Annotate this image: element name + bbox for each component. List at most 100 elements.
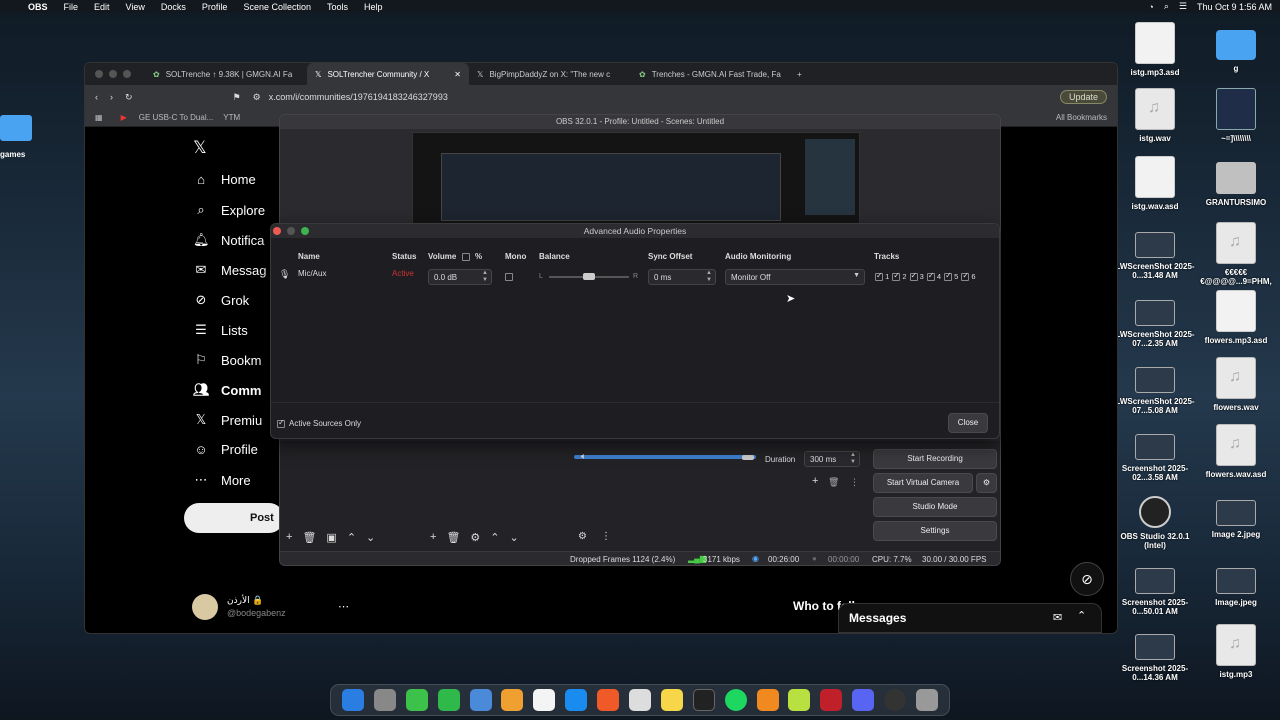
track-5-checkbox[interactable]: 5 <box>944 271 958 282</box>
site-info-icon[interactable]: ⚙ <box>253 92 261 103</box>
desktop-icon[interactable]: istg.mp3 <box>1196 624 1276 679</box>
move-up-icon[interactable]: ⌃ <box>490 531 499 544</box>
desktop-icon[interactable]: istg.mp3.asd <box>1115 22 1195 77</box>
desktop-icon[interactable]: LWScreenShot 2025-07...2.35 AM <box>1115 290 1195 348</box>
menu-help[interactable]: Help <box>364 2 383 12</box>
new-message-icon[interactable]: ✉ <box>1053 611 1062 624</box>
desktop-icon[interactable]: GRANTURSIMO <box>1196 156 1276 207</box>
desktop-icon[interactable]: Screenshot 2025-02...3.58 AM <box>1115 424 1195 482</box>
spin-arrows-icon[interactable]: ▲ ▼ <box>482 270 488 284</box>
track-2-checkbox[interactable]: 2 <box>892 271 907 282</box>
add-icon[interactable]: + <box>812 475 818 487</box>
browser-tab-active[interactable]: 𝕏 SOLTrencher Community / X ✕ <box>307 63 469 85</box>
zoom-window-button[interactable] <box>301 227 309 235</box>
desktop-icon[interactable]: flowers.wav.asd <box>1196 424 1276 479</box>
messages-drawer[interactable]: Messages ✉ ⌃ <box>838 603 1102 633</box>
move-down-icon[interactable]: ⌄ <box>366 531 375 544</box>
facetime-icon[interactable] <box>437 689 460 711</box>
desktop-icon[interactable]: €€€€€ €@@@@...9=PHM, <box>1196 222 1276 286</box>
grok-fab-icon[interactable]: ⊘ <box>1070 562 1104 596</box>
fl-studio-icon[interactable] <box>756 689 779 711</box>
studio-mode-button[interactable]: Studio Mode <box>873 497 997 517</box>
close-window-button[interactable] <box>95 70 103 78</box>
desktop-icon[interactable]: Screenshot 2025-0...14.36 AM <box>1115 624 1195 682</box>
minimize-window-button[interactable] <box>287 227 295 235</box>
duration-input[interactable]: 300 ms ▲ ▼ <box>804 451 860 467</box>
sync-offset-input[interactable]: 0 ms ▲ ▼ <box>648 269 716 285</box>
bookmark-icon[interactable]: ⚑ <box>233 92 241 103</box>
url-text[interactable]: x.com/i/communities/1976194183246327993 <box>269 92 448 102</box>
browser-tab[interactable]: ✿ SOLTrenche ↑ 9.38K | GMGN.AI Fa <box>145 63 307 85</box>
spotify-icon[interactable] <box>724 689 747 711</box>
desktop-icon[interactable]: ~=]\\\\\\\\ <box>1196 88 1276 143</box>
volume-input[interactable]: 0.0 dB ▲ ▼ <box>428 269 492 285</box>
track-1-checkbox[interactable]: 1 <box>875 271 889 282</box>
trash-icon[interactable]: 🗑︎ <box>828 477 839 488</box>
gear-icon[interactable]: ⚙ <box>578 531 587 542</box>
finder-icon[interactable] <box>341 689 364 711</box>
browser-tab[interactable]: 𝕏 BigPimpDaddyZ on X: "The new c <box>469 63 631 85</box>
menu-app-name[interactable]: OBS <box>28 2 48 12</box>
new-tab-icon[interactable]: + <box>797 70 802 79</box>
mono-checkbox[interactable] <box>505 272 513 281</box>
expand-icon[interactable]: ⌃ <box>1077 609 1086 622</box>
x-logo-icon[interactable]: 𝕏 <box>193 138 207 158</box>
folder-icon[interactable] <box>0 115 32 141</box>
menu-tools[interactable]: Tools <box>327 2 348 12</box>
start-recording-button[interactable]: Start Recording <box>873 449 997 469</box>
close-button[interactable]: Close <box>948 413 988 433</box>
update-button[interactable]: Update <box>1059 90 1107 104</box>
more-vertical-icon[interactable]: ⋮ <box>850 477 859 488</box>
virtual-camera-settings-gear-icon[interactable]: ⚙ <box>976 473 997 493</box>
more-vertical-icon[interactable]: ⋮ <box>601 531 611 542</box>
minimize-window-button[interactable] <box>109 70 117 78</box>
desktop-icon[interactable]: istg.wav <box>1115 88 1195 143</box>
desktop-icon[interactable]: istg.wav.asd <box>1115 156 1195 211</box>
track-6-checkbox[interactable]: 6 <box>961 271 976 282</box>
add-icon[interactable]: + <box>430 531 436 544</box>
close-tab-icon[interactable]: ✕ <box>454 70 461 79</box>
app-store-icon[interactable] <box>565 689 588 711</box>
speaker-icon[interactable]: 🔈︎ <box>581 451 586 462</box>
active-sources-only-checkbox[interactable]: Active Sources Only <box>277 418 361 428</box>
bookmark-item[interactable]: YTM <box>223 113 240 122</box>
spin-arrows-icon[interactable]: ▲ ▼ <box>850 452 856 466</box>
track-4-checkbox[interactable]: 4 <box>926 271 941 282</box>
close-window-button[interactable] <box>273 227 281 235</box>
textedit-icon[interactable] <box>628 689 651 711</box>
start-virtual-camera-button[interactable]: Start Virtual Camera <box>873 473 973 493</box>
desktop-icon[interactable]: LWScreenShot 2025-07...5.08 AM <box>1115 357 1195 415</box>
desktop-icon[interactable]: LWScreenShot 2025-0...31.48 AM <box>1115 222 1195 280</box>
system-settings-icon[interactable] <box>373 689 396 711</box>
desktop-icon[interactable]: Image.jpeg <box>1196 558 1276 607</box>
desktop-icon[interactable]: Screenshot 2025-0...50.01 AM <box>1115 558 1195 616</box>
desktop-icon[interactable]: OBS Studio 32.0.1 (Intel) <box>1115 490 1195 550</box>
account-menu-icon[interactable]: ⋯ <box>338 600 349 613</box>
apps-icon[interactable]: ▦ <box>95 113 103 122</box>
spin-arrows-icon[interactable]: ▲ ▼ <box>706 270 712 284</box>
messages-icon[interactable] <box>405 689 428 711</box>
settings-button[interactable]: Settings <box>873 521 997 541</box>
obs-preview[interactable] <box>412 132 860 224</box>
menu-view[interactable]: View <box>126 2 145 12</box>
post-button[interactable]: Post <box>184 503 284 533</box>
avatar[interactable] <box>192 594 218 620</box>
move-down-icon[interactable]: ⌄ <box>510 531 519 544</box>
desktop-icon[interactable]: Image 2.jpeg <box>1196 490 1276 539</box>
reload-icon[interactable]: ↻ <box>125 92 133 103</box>
photos-icon[interactable] <box>501 689 524 711</box>
bookmark-item[interactable]: GE USB-C To Dual... <box>139 113 214 122</box>
discord-icon[interactable] <box>852 689 875 711</box>
menu-file[interactable]: File <box>64 2 79 12</box>
menu-scene-collection[interactable]: Scene Collection <box>243 2 311 12</box>
add-icon[interactable]: + <box>286 531 292 544</box>
back-icon[interactable]: ‹ <box>95 92 98 102</box>
audio-monitoring-select[interactable]: Monitor Off ▼ <box>725 269 865 285</box>
balance-slider[interactable] <box>549 273 629 280</box>
terminal-icon[interactable] <box>692 689 715 711</box>
acrobat-icon[interactable] <box>820 689 843 711</box>
forward-icon[interactable]: › <box>110 92 113 102</box>
search-icon[interactable]: ⌕ <box>1164 1 1169 12</box>
move-up-icon[interactable]: ⌃ <box>347 531 356 544</box>
control-center-icon[interactable]: ☰ <box>1179 1 1187 12</box>
